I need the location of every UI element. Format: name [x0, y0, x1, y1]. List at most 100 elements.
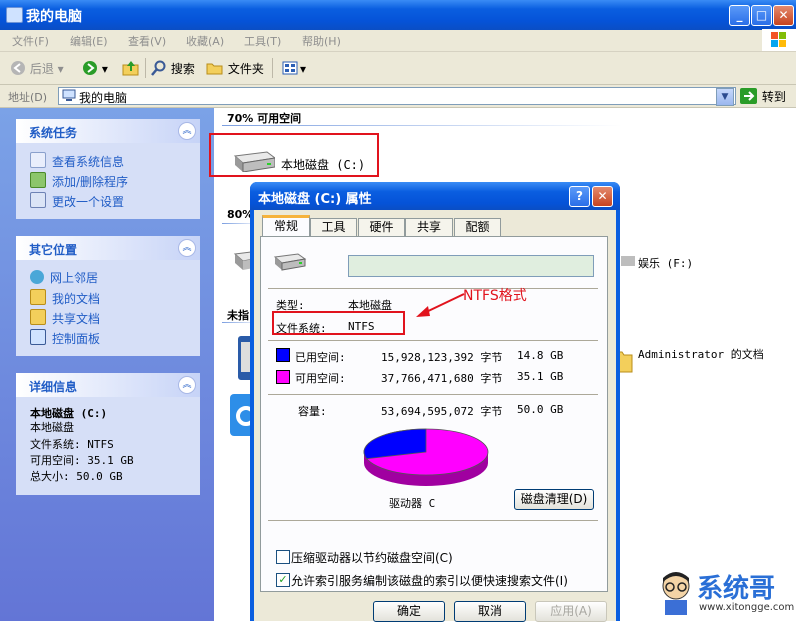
index-checkbox[interactable]: ✓ — [276, 573, 290, 587]
menu-bar: 文件(F) 编辑(E) 查看(V) 收藏(A) 工具(T) 帮助(H) — [0, 30, 796, 52]
details-fs: 文件系统: NTFS — [30, 438, 114, 451]
folder-icon — [206, 63, 223, 75]
system-tasks-header[interactable]: 系统任务 ︽ — [16, 119, 200, 143]
used-bytes: 15,928,123,392 字节 — [381, 351, 503, 364]
compress-label: 压缩驱动器以节约磁盘空间(C) — [291, 551, 453, 565]
details-panel: 详细信息 ︽ 本地磁盘 (C:) 本地磁盘 文件系统: NTFS 可用空间: 3… — [16, 373, 200, 495]
go-arrow-icon — [740, 88, 757, 104]
tab-hardware[interactable]: 硬件 — [358, 218, 405, 236]
compress-checkbox[interactable] — [276, 550, 290, 564]
menu-tools[interactable]: 工具(T) — [244, 33, 281, 49]
menu-file[interactable]: 文件(F) — [12, 33, 49, 49]
place-network[interactable]: 网上邻居 — [30, 269, 98, 286]
search-button[interactable]: 搜索 — [151, 60, 195, 77]
back-button[interactable]: 后退 ▾ — [10, 60, 64, 77]
drive-letter-label: 驱动器 C — [389, 497, 436, 510]
task-add-remove-programs[interactable]: 添加/删除程序 — [30, 172, 128, 190]
go-label: 转到 — [761, 90, 786, 104]
collapse-chevron-icon[interactable]: ︽ — [178, 122, 196, 140]
volume-label-input[interactable] — [348, 255, 594, 277]
my-computer-small-icon — [62, 89, 76, 101]
explorer-titlebar[interactable] — [0, 0, 796, 30]
tab-tools[interactable]: 工具 — [310, 218, 357, 236]
forward-button[interactable]: ▾ — [82, 60, 108, 76]
highlight-box — [209, 133, 379, 177]
address-dropdown-button[interactable]: ▼ — [716, 88, 734, 106]
used-gb: 14.8 GB — [517, 349, 564, 362]
up-folder-icon — [122, 61, 139, 76]
system-tasks-panel: 系统任务 ︽ 查看系统信息 添加/删除程序 更改一个设置 — [16, 119, 200, 219]
dialog-close-button[interactable]: ✕ — [592, 186, 613, 207]
menu-help[interactable]: 帮助(H) — [302, 33, 341, 49]
address-bar: 地址(D) 我的电脑 — [0, 85, 796, 108]
go-button[interactable]: 转到 — [740, 88, 786, 105]
disk-cleanup-button[interactable]: 磁盘清理(D) — [514, 489, 594, 510]
details-type: 本地磁盘 — [30, 421, 74, 434]
dialog-title: 本地磁盘 (C:) 属性 — [258, 192, 372, 207]
address-input[interactable]: 我的电脑 — [58, 87, 736, 105]
system-info-icon — [30, 152, 46, 168]
toolbar: 后退 ▾ ▾ 搜索 文件夹 ▾ — [0, 52, 796, 85]
drive-f-label[interactable]: 娱乐 (F:) — [638, 255, 693, 271]
forward-arrow-icon — [83, 61, 97, 75]
maximize-button[interactable]: □ — [751, 5, 772, 26]
capacity-gb: 50.0 GB — [517, 403, 564, 416]
free-bytes: 37,766,471,680 字节 — [381, 372, 503, 385]
task-view-system-info[interactable]: 查看系统信息 — [30, 152, 124, 170]
search-label: 搜索 — [170, 62, 195, 76]
capacity-bytes: 53,694,595,072 字节 — [381, 405, 503, 418]
brand-text: 系统哥 — [697, 574, 776, 604]
tab-sharing[interactable]: 共享 — [405, 218, 453, 236]
ok-button[interactable]: 确定 — [373, 601, 445, 622]
place-control-panel[interactable]: 控制面板 — [30, 329, 100, 347]
folders-button[interactable]: 文件夹 — [206, 60, 264, 77]
other-places-header[interactable]: 其它位置 ︽ — [16, 236, 200, 260]
control-panel-icon — [30, 329, 46, 345]
details-header[interactable]: 详细信息 ︽ — [16, 373, 200, 397]
section-heading: 70% 可用空间 — [227, 112, 302, 125]
admin-docs-label[interactable]: Administrator 的文档 — [638, 349, 768, 360]
task-label: 更改一个设置 — [52, 195, 125, 209]
address-label: 地址(D) — [8, 91, 48, 104]
section-heading: 未指 — [227, 309, 249, 322]
menu-favorites[interactable]: 收藏(A) — [186, 33, 224, 49]
back-label: 后退 — [29, 62, 54, 76]
disk-usage-pie-chart — [363, 428, 489, 486]
tab-quota[interactable]: 配额 — [454, 218, 501, 236]
menu-edit[interactable]: 编辑(E) — [70, 33, 108, 49]
hard-drive-icon — [273, 253, 307, 271]
place-label: 我的文档 — [52, 292, 101, 306]
views-button[interactable]: ▾ — [282, 60, 306, 76]
network-icon — [30, 270, 44, 284]
close-button[interactable]: ✕ — [773, 5, 794, 26]
free-color-swatch — [276, 370, 290, 384]
place-label: 控制面板 — [52, 332, 101, 346]
details-title: 详细信息 — [29, 380, 78, 394]
annotation-arrow — [416, 293, 465, 317]
cancel-button[interactable]: 取消 — [454, 601, 526, 622]
other-places-panel: 其它位置 ︽ 网上邻居 我的文档 共享文档 控制面板 — [16, 236, 200, 356]
collapse-chevron-icon[interactable]: ︽ — [178, 239, 196, 257]
menu-view[interactable]: 查看(V) — [128, 33, 166, 49]
shared-folder-icon — [30, 309, 46, 325]
watermark: 系统哥 www.xitongge.com — [651, 566, 796, 621]
capacity-label: 容量: — [298, 405, 327, 418]
collapse-chevron-icon[interactable]: ︽ — [178, 376, 196, 394]
windows-logo-icon — [762, 29, 796, 51]
address-value: 我的电脑 — [79, 91, 128, 105]
help-button[interactable]: ? — [569, 186, 590, 207]
up-folder-button[interactable] — [122, 60, 140, 76]
details-free: 可用空间: 35.1 GB — [30, 454, 134, 467]
place-my-documents[interactable]: 我的文档 — [30, 289, 100, 307]
task-change-setting[interactable]: 更改一个设置 — [30, 192, 124, 210]
used-color-swatch — [276, 348, 290, 362]
search-icon — [151, 60, 166, 76]
apply-button[interactable]: 应用(A) — [535, 601, 607, 622]
highlight-box — [272, 311, 405, 335]
minimize-button[interactable]: _ — [729, 5, 750, 26]
task-label: 查看系统信息 — [52, 155, 125, 169]
free-gb: 35.1 GB — [517, 370, 564, 383]
folders-label: 文件夹 — [227, 62, 264, 76]
add-remove-icon — [30, 172, 46, 188]
place-shared-documents[interactable]: 共享文档 — [30, 309, 100, 327]
